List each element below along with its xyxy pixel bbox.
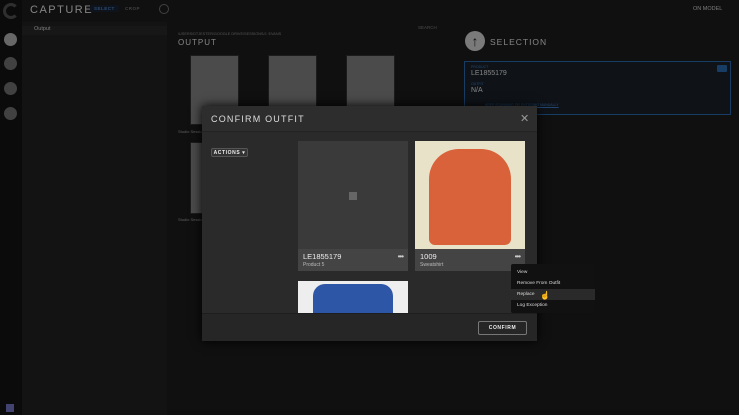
product-label: PRODUCT [471,65,489,69]
confirm-outfit-modal: CONFIRM OUTFIT ✕ ACTIONS ▾ LE1855179 Prod… [202,106,537,341]
scan-icon[interactable] [717,65,727,72]
app-title: CAPTURE [30,4,94,16]
sidebar: Output [22,22,167,415]
thumb-caption: Studio Session [178,129,205,134]
select-tool-button[interactable]: SELECT [90,5,119,12]
nav-rail [0,0,22,415]
user-icon[interactable] [6,404,14,412]
eye-icon[interactable] [4,82,17,95]
confirm-button[interactable]: CONFIRM [478,321,527,335]
modal-title: CONFIRM OUTFIT [211,114,305,124]
sidebar-item-label: Output [34,26,51,32]
mode-dropdown[interactable]: ON MODEL [693,6,722,12]
menu-item-view[interactable]: View [511,267,595,278]
product-card[interactable]: LE1855179 Product 5 ••• [298,141,408,271]
app-logo [3,3,19,19]
camera-icon[interactable] [4,33,17,46]
sweatshirt-image [429,149,511,245]
close-icon[interactable]: ✕ [520,112,529,125]
thumb-caption: Studio Session [178,217,205,222]
modal-header: CONFIRM OUTFIT ✕ [202,106,537,132]
folder-icon[interactable] [4,57,17,70]
denim-jacket-image [313,284,393,313]
more-options-icon[interactable]: ••• [398,252,404,261]
card-id: LE1855179 [303,252,342,261]
menu-item-replace[interactable]: Replace [511,289,595,300]
menu-item-remove-from-outfit[interactable]: Remove From Outfit [511,278,595,289]
selection-title: SELECTION [490,37,548,47]
product-card[interactable]: 1009 Sweatshirt ••• [415,141,525,271]
outfit-value: N/A [471,87,483,94]
info-icon[interactable] [159,4,169,14]
product-card[interactable] [298,281,408,313]
breadcrumb: /USERS/DTJESTER/GOOGLE DRIVE/SESSIONS/J.… [178,32,282,36]
card-name: Sweatshirt [420,262,444,268]
arrow-up-icon: ↑ [465,31,485,51]
context-menu: View Remove From Outfit Replace Log Exce… [511,264,595,313]
modal-footer: CONFIRM [202,313,537,341]
help-icon[interactable] [4,107,17,120]
image-placeholder-icon [349,192,357,200]
page-title: OUTPUT [178,38,217,47]
product-value: LE1855179 [471,70,507,77]
card-id: 1009 [420,252,437,261]
search-input[interactable]: SEARCH [418,25,437,30]
more-options-icon[interactable]: ••• [515,252,521,261]
card-name: Product 5 [303,262,325,268]
menu-item-log-exception[interactable]: Log Exception [511,300,595,311]
cursor-hand-icon: ☝ [540,291,550,300]
actions-dropdown[interactable]: ACTIONS ▾ [211,148,248,157]
crop-tool-button[interactable]: CROP [125,6,140,11]
actions-label: ACTIONS [213,150,241,156]
outfit-label: OUTFIT [471,82,484,86]
sidebar-item-output[interactable]: Output [22,26,167,35]
